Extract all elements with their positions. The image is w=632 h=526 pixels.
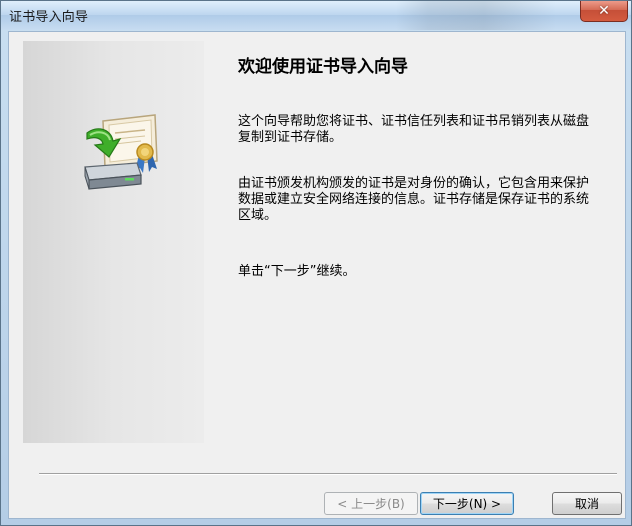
cancel-button[interactable]: 取消	[552, 492, 622, 515]
wizard-instruction: 单击“下一步”继续。	[238, 264, 356, 279]
back-button[interactable]: < 上一步(B)	[324, 492, 418, 515]
certificate-import-wizard-window: 证书导入向导 ✕ 欢迎使用证书导入向导 这个向导帮助您将证书、证书信任列表和证书…	[0, 0, 632, 526]
button-separator	[39, 473, 617, 475]
wizard-side-panel	[23, 41, 204, 443]
wizard-description-1: 这个向导帮助您将证书、证书信任列表和证书吊销列表从磁盘复制到证书存储。	[238, 114, 590, 145]
close-icon: ✕	[598, 3, 610, 19]
window-title: 证书导入向导	[9, 10, 89, 25]
wizard-heading: 欢迎使用证书导入向导	[238, 57, 408, 77]
wizard-content: 欢迎使用证书导入向导 这个向导帮助您将证书、证书信任列表和证书吊销列表从磁盘复制…	[227, 32, 617, 462]
certificate-import-icon	[84, 114, 158, 190]
wizard-client-area: 欢迎使用证书导入向导 这个向导帮助您将证书、证书信任列表和证书吊销列表从磁盘复制…	[8, 31, 626, 519]
close-button[interactable]: ✕	[580, 1, 628, 22]
hard-drive-icon	[84, 162, 142, 190]
title-bar[interactable]: 证书导入向导 ✕	[1, 1, 631, 30]
wizard-description-2: 由证书颁发机构颁发的证书是对身份的确认，它包含用来保护数据或建立安全网络连接的信…	[238, 176, 590, 223]
next-button[interactable]: 下一步(N) >	[420, 492, 514, 515]
